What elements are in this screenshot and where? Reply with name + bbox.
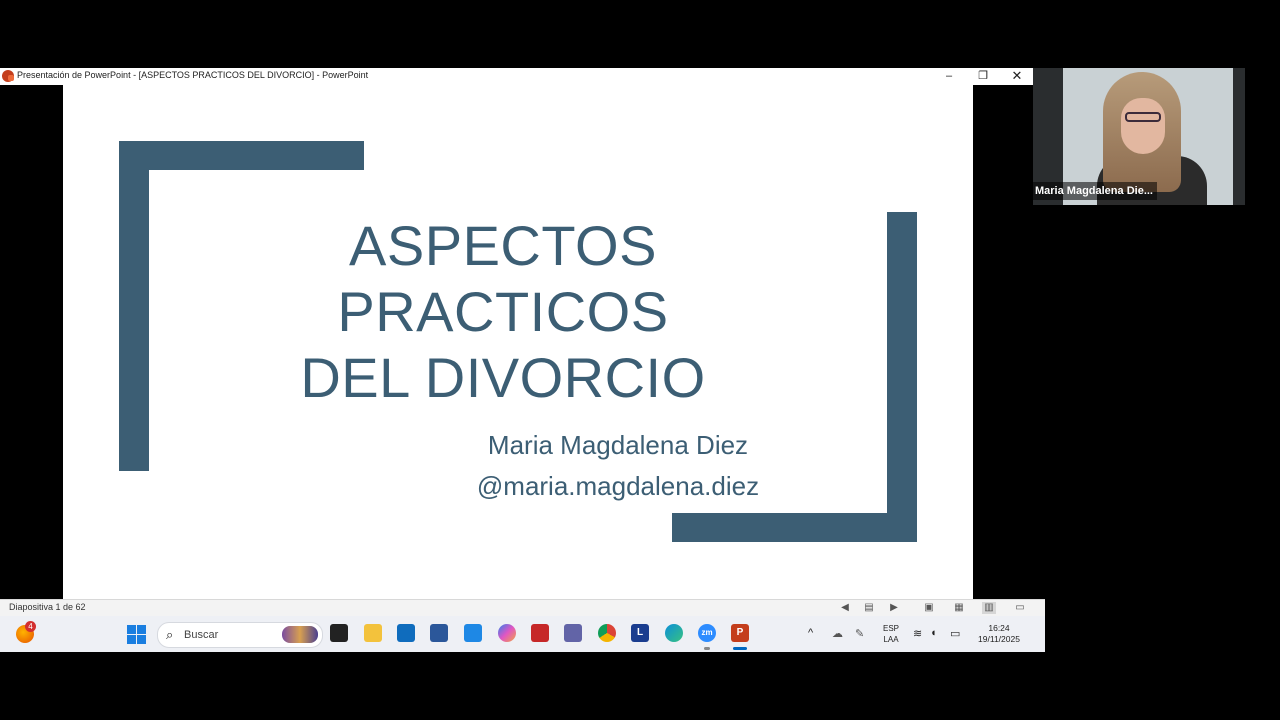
language-indicator[interactable]: ESP LAA [876,623,906,645]
powerpoint-taskbar-icon[interactable]: P [731,624,749,642]
copilot-icon[interactable] [498,624,516,642]
taskbar: 4 ⌕ Buscar L zm P ^ ☁ ✎ ESP LAA ≋ ◖ ▭ 16… [0,616,1045,652]
keyboard-layout: LAA [883,635,899,644]
chevron-up-icon[interactable]: ^ [808,627,813,639]
chrome-icon[interactable] [598,624,616,642]
presenter-name: Maria Magdalena Diez [487,430,749,460]
reading-view-icon[interactable]: ▥ [982,602,996,614]
notes-icon[interactable]: ▤ [862,602,876,614]
participant-name-label: Maria Magdalena Die... [1033,182,1157,200]
normal-view-icon[interactable]: ▣ [922,602,936,614]
participant-glasses [1125,112,1161,122]
system-clock[interactable]: 16:24 19/11/2025 [968,623,1030,645]
start-button[interactable] [127,625,146,644]
status-bar: Diapositiva 1 de 62 ◀ ▤ ▶ ▣ ▦ ▥ ▭ [0,599,1045,616]
taskbar-search[interactable]: ⌕ Buscar [157,622,323,648]
weather-badge: 4 [25,621,36,632]
previous-slide-icon[interactable]: ◀ [838,602,852,614]
battery-icon[interactable]: ▭ [950,627,960,640]
search-icon: ⌕ [166,627,174,642]
slide-canvas[interactable]: ASPECTOS PRACTICOS DEL DIVORCIO Maria Ma… [63,85,973,600]
window-title: Presentación de PowerPoint - [ASPECTOS P… [17,70,369,80]
video-call-tile[interactable]: Maria Magdalena Die... [1033,68,1245,205]
clock-date: 19/11/2025 [978,634,1020,644]
onedrive-icon[interactable]: ☁ [832,627,843,640]
zoom-running-indicator [704,647,710,650]
title-bar: Presentación de PowerPoint - [ASPECTOS P… [0,68,1033,85]
slide-sorter-icon[interactable]: ▦ [952,602,966,614]
search-highlight-icon[interactable] [282,626,318,643]
clock-time: 16:24 [988,623,1010,633]
frame-bar-right-vertical [887,212,917,542]
mcafee-icon[interactable] [531,624,549,642]
file-explorer-icon[interactable] [364,624,382,642]
slide-title-line-1: ASPECTOS PRACTICOS [337,214,669,343]
active-app-indicator [733,647,747,650]
minimize-button[interactable]: – [932,68,966,85]
restore-button[interactable]: ❐ [966,68,1000,85]
powerpoint-app-icon [2,70,14,82]
l-app-icon[interactable]: L [631,624,649,642]
close-button[interactable]: ✕ [1000,68,1034,85]
slideshow-icon[interactable]: ▭ [1013,602,1027,614]
frame-bar-left-top [119,141,364,170]
zoom-icon[interactable]: zm [698,624,716,642]
slide-title: ASPECTOS PRACTICOS DEL DIVORCIO [183,213,823,411]
slide-counter: Diapositiva 1 de 62 [9,602,86,612]
presenter-handle: @maria.magdalena.diez [476,471,760,501]
next-slide-icon[interactable]: ▶ [887,602,901,614]
wifi-icon[interactable]: ≋ [913,627,922,640]
language-code: ESP [882,624,899,633]
frame-bar-right-bottom [672,513,917,542]
outlook-icon[interactable] [397,624,415,642]
powerpoint-window: Presentación de PowerPoint - [ASPECTOS P… [0,68,1033,600]
microsoft-store-icon[interactable] [464,624,482,642]
task-view-icon[interactable] [330,624,348,642]
participant-face [1121,98,1165,154]
volume-icon[interactable]: ◖ [930,627,937,639]
edge-icon[interactable] [665,624,683,642]
slide-title-line-2: DEL DIVORCIO [300,346,706,409]
teams-icon[interactable] [564,624,582,642]
frame-bar-left-vertical [119,141,149,471]
word-icon[interactable] [430,624,448,642]
pen-icon[interactable]: ✎ [855,627,864,640]
video-background-right [1233,68,1245,205]
search-placeholder: Buscar [184,629,219,641]
